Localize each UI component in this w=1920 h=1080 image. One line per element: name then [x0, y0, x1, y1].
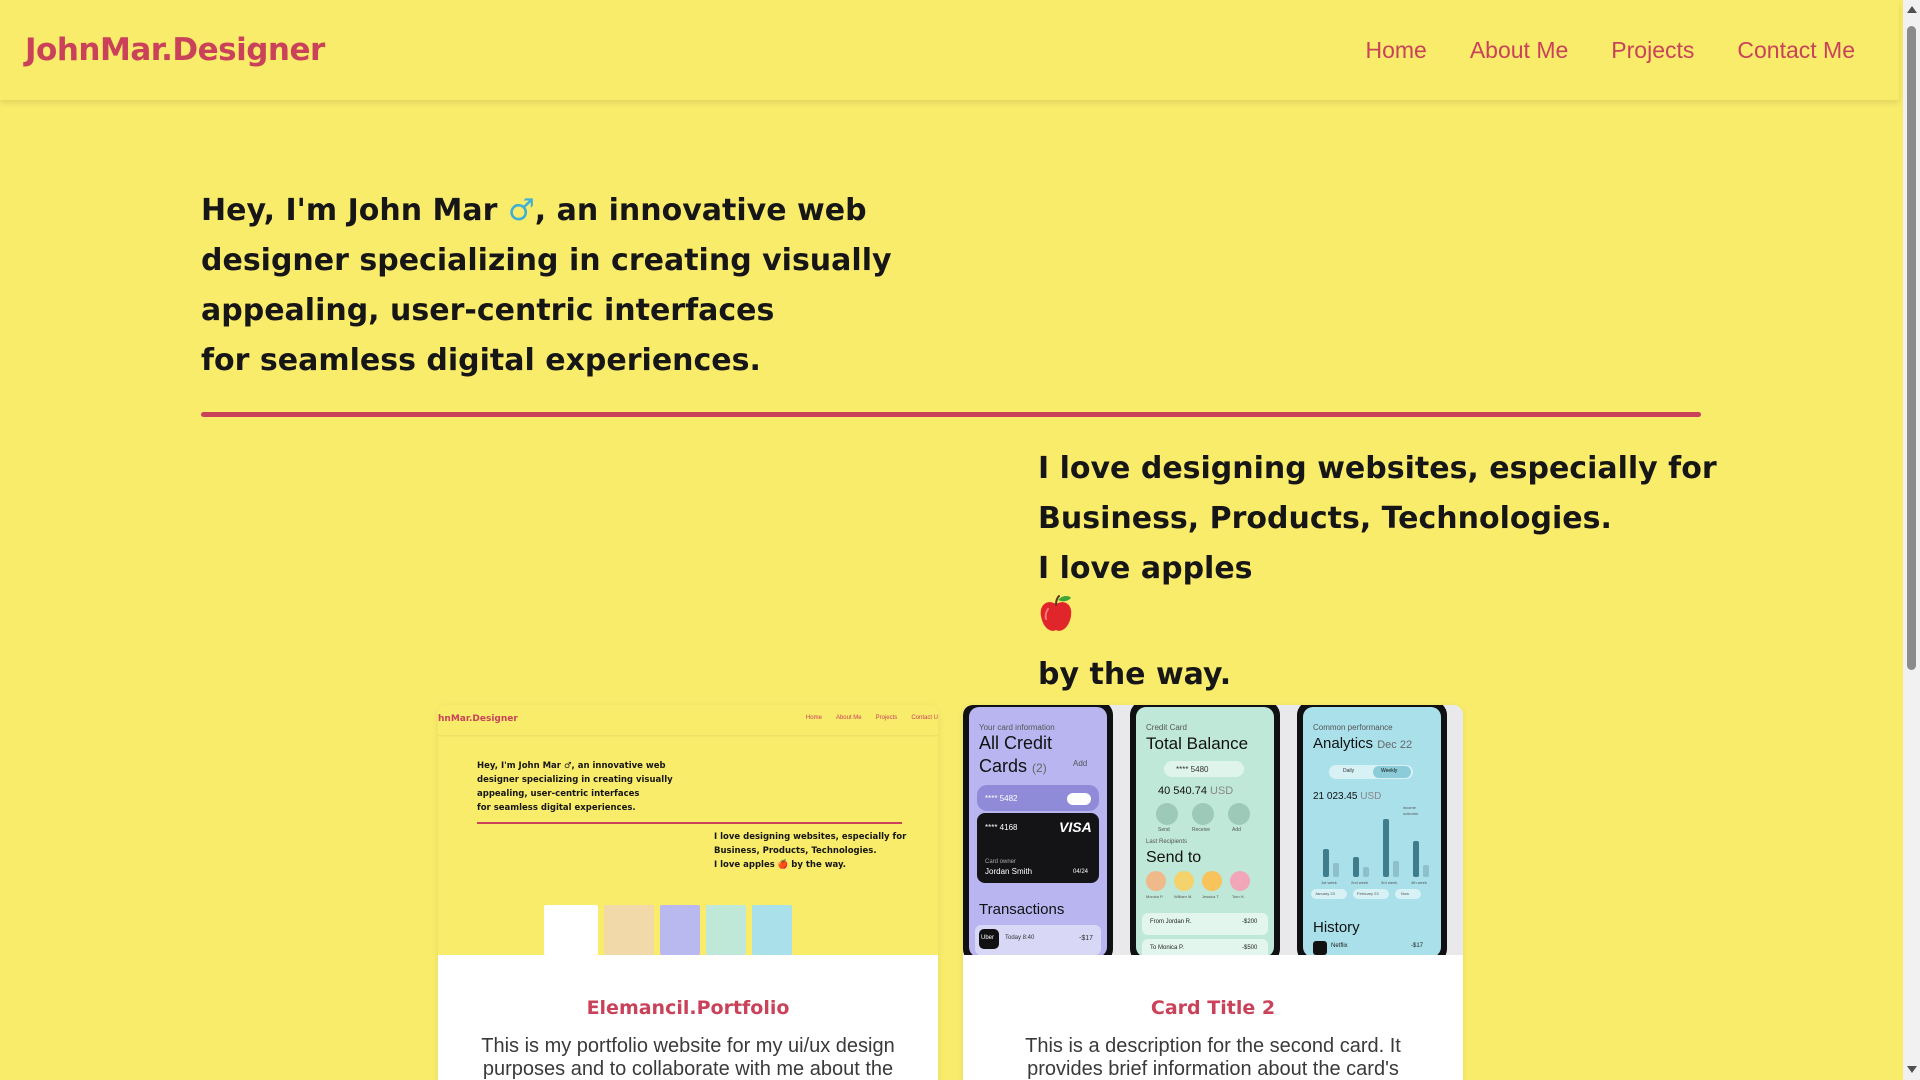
hero-line-3: appealing, user-centric interfaces [201, 293, 775, 328]
thumbnail-links: Home About Me Projects Contact U [806, 715, 938, 721]
thumbnail-link: Home [805, 715, 822, 721]
thumbnail-hero: Hey, I'm John Mar ♂, an innovative web d… [477, 761, 673, 813]
page-scrollbar[interactable] [1903, 0, 1920, 1080]
male-sign-icon: ♂ [507, 193, 535, 228]
phone-screen: Credit Card Total Balance **** 5480 40 5… [1136, 707, 1274, 955]
navbar: JohnMar.Designer Home About Me Projects … [0, 0, 1899, 100]
thumbnail-card [706, 905, 746, 955]
project-card-1[interactable]: hnMar.Designer Home About Me Projects Co… [438, 705, 938, 1080]
thumbnail-navbar: hnMar.Designer Home About Me Projects Co… [438, 705, 938, 735]
site-logo[interactable]: JohnMar.Designer [25, 32, 325, 68]
card-image-banking-app: Your card information All Credit Cards (… [963, 705, 1463, 955]
thumbnail-link: Projects [875, 715, 898, 721]
section-divider [201, 412, 1701, 417]
card-description: This is a description for the second car… [1025, 1035, 1401, 1080]
nav-links: Home About Me Projects Contact Me [1365, 37, 1855, 64]
nav-link-about-me[interactable]: About Me [1470, 37, 1568, 64]
scroll-down-arrow-icon[interactable] [1907, 1066, 1917, 1073]
card-title[interactable]: Card Title 2 [963, 997, 1463, 1019]
thumbnail-divider [477, 822, 902, 824]
about-line-1: I love designing websites, especially fo… [1038, 451, 1717, 486]
thumbnail-link: Contact U [911, 715, 938, 721]
thumbnail-logo: hnMar.Designer [438, 714, 518, 724]
about-statement: I love designing websites, especially fo… [1038, 444, 1717, 700]
apple-icon [1038, 594, 1698, 650]
hero-intro: Hey, I'm John Mar ♂, an innovative web d… [201, 186, 961, 386]
thumbnail-cards [544, 905, 792, 955]
thumbnail-card [544, 905, 598, 955]
hero-line-1: Hey, I'm John Mar ♂, an innovative web [201, 193, 867, 228]
phone-mockup-balance: Credit Card Total Balance **** 5480 40 5… [1130, 705, 1280, 955]
phone-mockup-analytics: Common performance Analytics Dec 22 Dail… [1297, 705, 1447, 955]
phone-mockup-cards: Your card information All Credit Cards (… [963, 705, 1113, 955]
card-title[interactable]: Elemancil.Portfolio [438, 997, 938, 1019]
about-line-2: Business, Products, Technologies. [1038, 501, 1612, 536]
hero-line-2: designer specializing in creating visual… [201, 243, 892, 278]
about-line-3: I love apples by the way. [1038, 544, 1698, 700]
page: JohnMar.Designer Home About Me Projects … [0, 0, 1920, 1080]
nav-link-contact-me[interactable]: Contact Me [1737, 37, 1855, 64]
nav-link-projects[interactable]: Projects [1611, 37, 1694, 64]
thumbnail-card [660, 905, 700, 955]
scroll-up-arrow-icon[interactable] [1907, 6, 1917, 13]
phone-screen: Your card information All Credit Cards (… [969, 707, 1107, 955]
nav-link-home[interactable]: Home [1365, 37, 1426, 64]
phone-screen: Common performance Analytics Dec 22 Dail… [1303, 707, 1441, 955]
analytics-bars [1317, 817, 1429, 877]
thumbnail-card [752, 905, 792, 955]
thumbnail-link: About Me [835, 715, 862, 721]
project-card-2[interactable]: Your card information All Credit Cards (… [963, 705, 1463, 1080]
scrollbar-thumb[interactable] [1907, 26, 1916, 670]
card-image-portfolio: hnMar.Designer Home About Me Projects Co… [438, 705, 938, 955]
card-description: This is my portfolio website for my ui/u… [481, 1035, 895, 1080]
portfolio-thumbnail: hnMar.Designer Home About Me Projects Co… [438, 705, 938, 955]
hero-line-4: for seamless digital experiences. [201, 343, 761, 378]
thumbnail-about: I love designing websites, especially fo… [714, 832, 907, 870]
thumbnail-card [604, 905, 654, 955]
